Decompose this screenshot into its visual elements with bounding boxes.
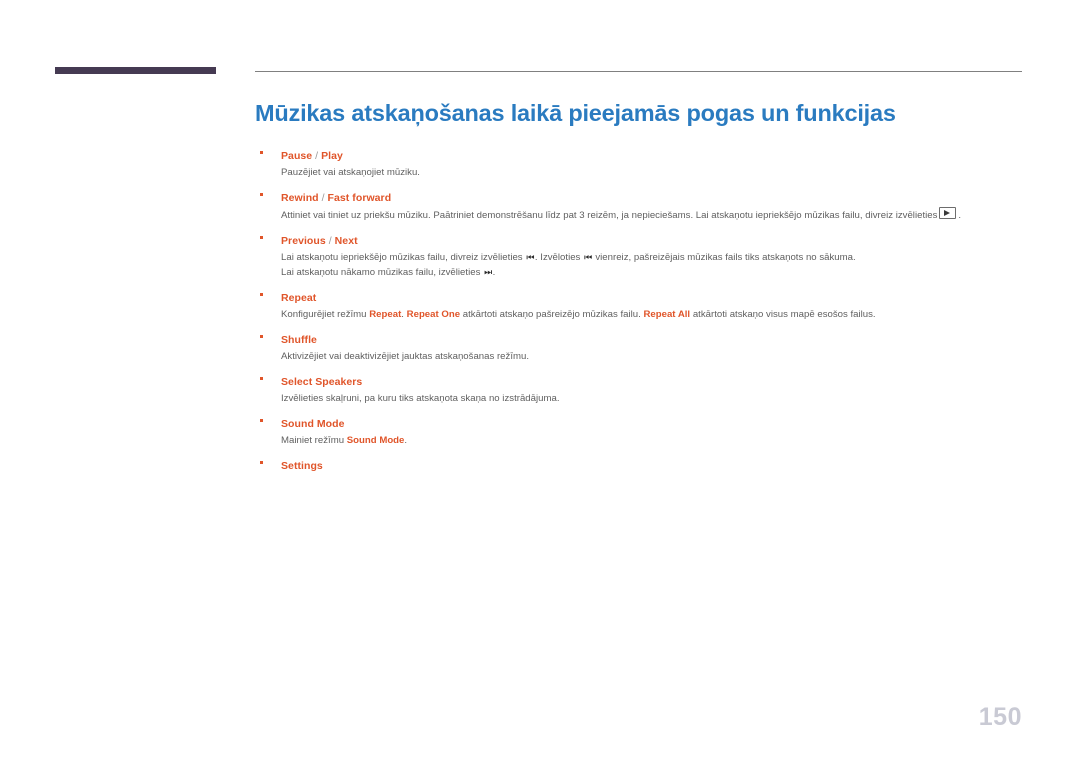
bullet-label: Sound Mode (281, 418, 345, 430)
item-description-second-line: Lai atskaņotu nākamo mūzikas failu, izvē… (255, 265, 1035, 280)
previous-track-icon: ⏮ (526, 253, 534, 263)
bullet-label: Previous / Next (281, 235, 358, 247)
bullet-square-icon (260, 335, 263, 338)
list-item: Settings (255, 456, 1035, 474)
bullet-row: Shuffle (255, 330, 1035, 348)
description-punctuation: . (401, 309, 404, 320)
bullet-label: Settings (281, 460, 323, 472)
next-track-icon: ⏭ (484, 268, 492, 278)
description-text: Mainiet režīmu (281, 435, 345, 446)
description-text-tail: . (492, 267, 496, 278)
list-item: Pause / Play Pauzējiet vai atskaņojiet m… (255, 146, 1035, 180)
bullet-row: Pause / Play (255, 146, 1035, 164)
highlight-term-repeat-all: Repeat All (643, 309, 691, 320)
bullet-label: Repeat (281, 292, 317, 304)
list-item: Repeat Konfigurējiet režīmu Repeat. Repe… (255, 288, 1035, 322)
description-punctuation: . (404, 435, 408, 446)
item-description: Lai atskaņotu iepriekšējo mūzikas failu,… (255, 250, 1035, 265)
bullet-label-main: Rewind (281, 192, 319, 204)
bullet-label-main: Previous (281, 235, 326, 247)
highlight-term-sound-mode: Sound Mode (346, 435, 405, 446)
bullet-label: Shuffle (281, 334, 317, 346)
description-text-mid: . Izvēloties (534, 252, 581, 263)
bullet-label: Pause / Play (281, 150, 343, 162)
bullet-label-separator: / (325, 235, 335, 247)
bullet-label-alt: Play (321, 150, 343, 162)
bullet-row: Previous / Next (255, 231, 1035, 249)
bullet-square-icon (260, 193, 263, 196)
item-description: Attiniet vai tiniet uz priekšu mūziku. P… (255, 207, 1035, 223)
header-accent-tab (55, 67, 216, 74)
description-text-tail: vienreiz, pašreizējais mūzikas fails tik… (595, 252, 856, 263)
bullet-row: Select Speakers (255, 372, 1035, 390)
bullet-square-icon (260, 461, 263, 464)
bullet-label: Rewind / Fast forward (281, 192, 391, 204)
description-text: Lai atskaņotu nākamo mūzikas failu, izvē… (281, 267, 481, 278)
highlight-term-repeat: Repeat (369, 309, 402, 320)
item-description: Konfigurējiet režīmu Repeat. Repeat One … (255, 307, 1035, 322)
previous-track-icon: ⏮ (584, 253, 592, 263)
bullet-label-main: Pause (281, 150, 313, 162)
bullet-label-alt: Next (334, 235, 358, 247)
list-item: Rewind / Fast forward Attiniet vai tinie… (255, 188, 1035, 223)
bullet-square-icon (260, 419, 263, 422)
bullet-square-icon (260, 293, 263, 296)
play-button-icon (939, 207, 957, 219)
description-text-tail: atkārtoti atskaņo visus mapē esošos fail… (692, 309, 876, 320)
list-item: Sound Mode Mainiet režīmu Sound Mode. (255, 414, 1035, 448)
description-text: Lai atskaņotu iepriekšējo mūzikas failu,… (281, 252, 523, 263)
item-description: Izvēlieties skaļruni, pa kuru tiks atska… (281, 393, 560, 404)
bullet-square-icon (260, 151, 263, 154)
description-text: Konfigurējiet režīmu (281, 309, 367, 320)
bullet-label-separator: / (312, 150, 322, 162)
description-text-mid: atkārtoti atskaņo pašreizējo mūzikas fai… (462, 309, 641, 320)
bullet-row: Repeat (255, 288, 1035, 306)
description-text: Attiniet vai tiniet uz priekšu mūziku. P… (281, 210, 938, 221)
bullet-row: Rewind / Fast forward (255, 188, 1035, 206)
content-list: Pause / Play Pauzējiet vai atskaņojiet m… (255, 146, 1035, 475)
bullet-square-icon (260, 236, 263, 239)
page-number: 150 (978, 703, 1022, 731)
list-item: Previous / Next Lai atskaņotu iepriekšēj… (255, 231, 1035, 280)
item-description: Mainiet režīmu Sound Mode. (255, 433, 1035, 448)
list-item: Select Speakers Izvēlieties skaļruni, pa… (255, 372, 1035, 406)
bullet-row: Sound Mode (255, 414, 1035, 432)
header-divider-rule (255, 71, 1022, 72)
item-description: Aktivizējiet vai deaktivizējiet jauktas … (281, 351, 530, 362)
highlight-term-repeat-one: Repeat One (406, 309, 461, 320)
bullet-row: Settings (255, 456, 1035, 474)
bullet-label: Select Speakers (281, 376, 363, 388)
page-title: Mūzikas atskaņošanas laikā pieejamās pog… (255, 100, 896, 126)
bullet-square-icon (260, 377, 263, 380)
description-text-tail: . (958, 210, 962, 221)
item-description: Pauzējiet vai atskaņojiet mūziku. (281, 167, 420, 178)
bullet-label-separator: / (318, 192, 328, 204)
list-item: Shuffle Aktivizējiet vai deaktivizējiet … (255, 330, 1035, 364)
bullet-label-alt: Fast forward (327, 192, 392, 204)
